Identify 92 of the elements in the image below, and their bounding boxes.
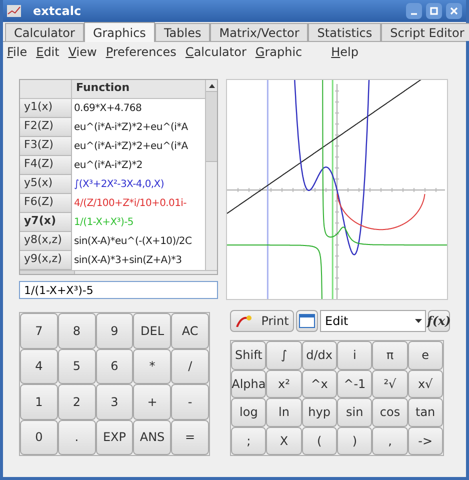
keypad-key[interactable]: - (171, 384, 209, 420)
app-icon (7, 5, 21, 17)
keypad-key[interactable]: * (133, 348, 172, 384)
keypad-key[interactable]: 9 (96, 313, 134, 348)
function-key[interactable]: i (336, 341, 372, 370)
keypad-key[interactable]: DEL (133, 313, 172, 348)
vertical-scrollbar[interactable] (205, 80, 217, 270)
corner-header (20, 80, 72, 99)
function-key[interactable]: ²√ (372, 370, 408, 398)
tab[interactable]: Calculator (5, 23, 84, 41)
table-cell-text: eu^(i*A-i*Z)*2+eu^(i*A (73, 121, 189, 135)
menu-item[interactable]: File (7, 43, 28, 61)
row-header[interactable]: y7(x) (20, 213, 72, 232)
keypad-key[interactable]: + (133, 384, 172, 420)
row-header[interactable]: y5(x) (20, 175, 72, 194)
up-arrow-icon[interactable] (208, 84, 214, 88)
keypad-key[interactable]: AC (171, 313, 209, 348)
keypad-key[interactable]: . (58, 420, 96, 455)
function-key[interactable]: , (372, 426, 408, 455)
keypad-key[interactable]: 3 (96, 384, 134, 420)
keypad-key[interactable]: / (171, 348, 209, 384)
menu-item[interactable]: Calculator (185, 43, 246, 61)
row-header[interactable]: y8(x,z) (20, 232, 72, 251)
keypad-key[interactable]: 4 (20, 348, 58, 384)
menu-item[interactable]: Graphic (255, 43, 302, 61)
keypad-key[interactable]: 0 (20, 420, 58, 455)
window-icon[interactable] (296, 310, 318, 332)
function-key[interactable]: -> (408, 426, 443, 455)
horizontal-scrollbar[interactable] (20, 270, 217, 274)
function-key[interactable]: x√ (408, 370, 443, 398)
tab[interactable]: Matrix/Vector (210, 23, 308, 41)
tab[interactable]: Script Editor (381, 23, 469, 41)
print-button[interactable]: Print (230, 310, 294, 332)
row-header[interactable]: F3(Z) (20, 137, 72, 156)
function-key[interactable]: ^-1 (336, 370, 372, 398)
table-cell-text: 0.69*X+4.768 (73, 102, 143, 116)
window-title: extcalc (33, 3, 82, 20)
function-key[interactable]: ( (302, 426, 337, 455)
caret-icon (415, 319, 422, 323)
mode-dropdown[interactable]: Edit (320, 310, 426, 332)
table-cell-text: eu^(i*A-i*Z)*2+eu^(i*A (73, 140, 189, 154)
menu-item[interactable]: Preferences (106, 43, 176, 61)
close-icon[interactable] (446, 3, 462, 19)
keypad-key[interactable]: 8 (58, 313, 96, 348)
row-header[interactable]: F4(Z) (20, 156, 72, 175)
menu-item[interactable]: Edit (36, 43, 60, 61)
row-header[interactable]: y9(x,z) (20, 251, 72, 270)
keypad-key[interactable]: 2 (58, 384, 96, 420)
tab[interactable]: Tables (154, 23, 210, 41)
keypad-key[interactable]: ANS (133, 420, 172, 455)
tab[interactable]: Statistics (308, 23, 382, 41)
table-cell-text: 1/(1-X+X³)-5 (73, 216, 134, 230)
function-button[interactable]: f(x) (428, 310, 450, 332)
function-key[interactable]: sin (336, 398, 372, 426)
curve-icon (235, 315, 254, 327)
function-key[interactable]: ln (266, 398, 302, 426)
function-key[interactable]: x² (266, 370, 302, 398)
maximize-icon[interactable] (426, 3, 442, 19)
keypad-key[interactable]: 6 (96, 348, 134, 384)
row-header[interactable]: F2(Z) (20, 118, 72, 137)
column-header: Function (72, 80, 205, 99)
function-key[interactable]: d/dx (302, 341, 337, 370)
function-key[interactable]: tan (408, 398, 443, 426)
row-header[interactable]: F6(Z) (20, 194, 72, 213)
tab[interactable]: Graphics (84, 22, 155, 42)
keypad-key[interactable]: 5 (58, 348, 96, 384)
function-key[interactable]: Alpha (231, 370, 266, 398)
function-key[interactable]: ^x (302, 370, 337, 398)
function-key[interactable]: π (372, 341, 408, 370)
keypad-key[interactable]: = (171, 420, 209, 455)
function-key[interactable]: Shift (231, 341, 266, 370)
function-key[interactable]: hyp (302, 398, 337, 426)
table-cell-text: sin(X-A)*eu^(-(X+10)/2C (73, 235, 193, 249)
keypad-key[interactable]: 7 (20, 313, 58, 348)
minimize-icon[interactable] (406, 3, 422, 19)
function-key[interactable]: X (266, 426, 302, 455)
function-key[interactable]: e (408, 341, 443, 370)
table-cell-text: ∫(X³+2X²-3X-4,0,X) (73, 178, 165, 192)
function-key[interactable]: ∫ (266, 341, 302, 370)
table-cell-text: sin(X-A)*3+sin(Z+A)*3 (73, 254, 183, 268)
function-key[interactable]: log (231, 398, 266, 426)
table-cell-text: eu^(i*A-i*Z)*2 (73, 159, 144, 173)
row-header[interactable]: y1(x) (20, 99, 72, 118)
function-key[interactable]: ) (336, 426, 372, 455)
function-key[interactable]: ; (231, 426, 266, 455)
function-key[interactable]: cos (372, 398, 408, 426)
keypad-key[interactable]: EXP (96, 420, 134, 455)
table-cell-text: 4/(Z/100+Z*i/10+0.01i- (73, 197, 188, 211)
menu-item[interactable]: View (68, 43, 97, 61)
keypad-key[interactable]: 1 (20, 384, 58, 420)
function-input-field[interactable]: 1/(1-X+X³)-5 (19, 281, 218, 299)
menu-item[interactable]: Help (331, 43, 359, 61)
